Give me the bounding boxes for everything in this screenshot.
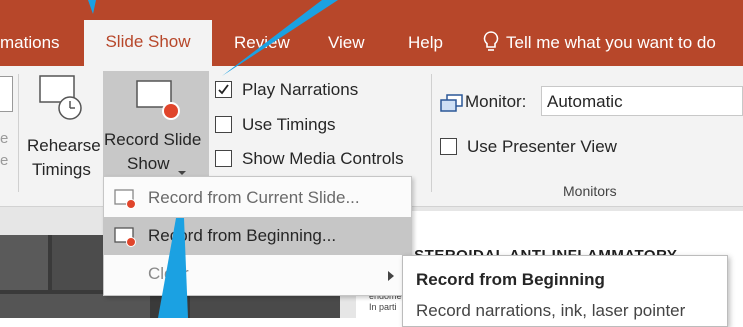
callout-arrow-menu-item-icon	[158, 218, 188, 318]
callout-arrows	[88, 0, 338, 318]
callout-arrow-record-button-icon	[222, 0, 338, 76]
callout-arrow-left-icon	[88, 0, 96, 14]
